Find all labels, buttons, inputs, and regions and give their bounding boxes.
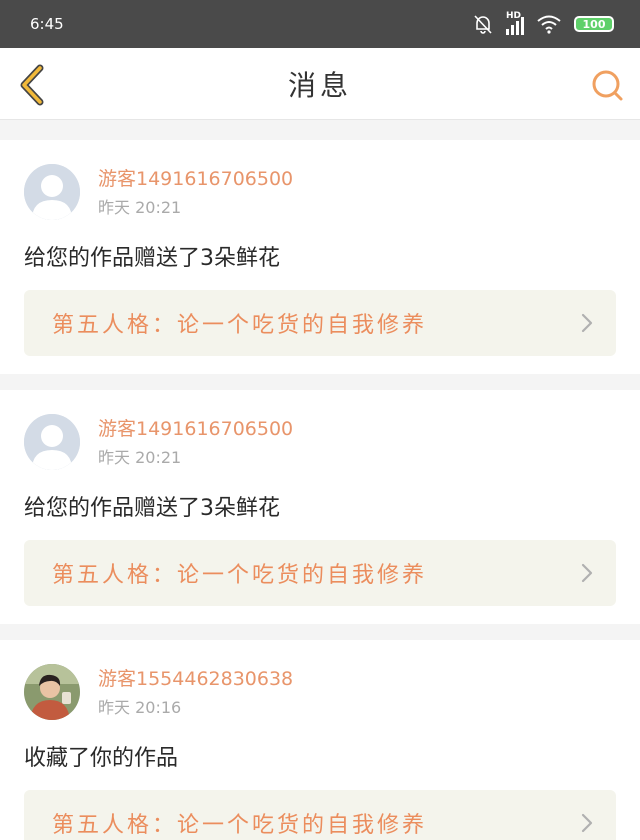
avatar[interactable] bbox=[24, 414, 80, 470]
notification-message: 给您的作品赠送了3朵鲜花 bbox=[24, 496, 280, 521]
bell-muted-icon bbox=[474, 15, 492, 34]
notification-header: 游客1491616706500 昨天 20:21 bbox=[24, 164, 616, 220]
work-title: 第五人格：论一个吃货的自我修养 bbox=[52, 813, 428, 838]
work-title: 第五人格：论一个吃货的自我修养 bbox=[52, 563, 428, 588]
status-icons: HD 100 bbox=[472, 11, 614, 35]
timestamp: 昨天 20:21 bbox=[98, 448, 182, 467]
avatar[interactable] bbox=[24, 664, 80, 720]
notification-message: 给您的作品赠送了3朵鲜花 bbox=[24, 246, 280, 271]
username[interactable]: 游客1491616706500 bbox=[98, 416, 293, 442]
work-link[interactable]: 第五人格：论一个吃货的自我修养 bbox=[24, 540, 616, 606]
default-avatar-icon bbox=[24, 164, 80, 220]
notification-meta: 游客1491616706500 昨天 20:21 bbox=[98, 416, 293, 468]
notification-meta: 游客1554462830638 昨天 20:16 bbox=[98, 666, 293, 718]
search-icon[interactable] bbox=[590, 68, 624, 102]
avatar[interactable] bbox=[24, 164, 80, 220]
work-link[interactable]: 第五人格：论一个吃货的自我修养 bbox=[24, 290, 616, 356]
timestamp: 昨天 20:21 bbox=[98, 198, 182, 217]
battery-icon: 100 bbox=[574, 16, 614, 32]
list-top-spacer bbox=[0, 120, 640, 140]
chevron-right-icon bbox=[581, 313, 593, 333]
chevron-right-icon bbox=[581, 813, 593, 833]
notification-list: 游客1491616706500 昨天 20:21 给您的作品赠送了3朵鲜花 第五… bbox=[0, 140, 640, 840]
default-avatar-icon bbox=[24, 414, 80, 470]
wifi-icon bbox=[537, 15, 561, 34]
notification-card: 游客1491616706500 昨天 20:21 给您的作品赠送了3朵鲜花 第五… bbox=[0, 390, 640, 624]
status-bar: 6:45 HD 100 bbox=[0, 0, 640, 48]
work-link[interactable]: 第五人格：论一个吃货的自我修养 bbox=[24, 790, 616, 840]
back-chevron-icon[interactable] bbox=[16, 64, 50, 106]
timestamp: 昨天 20:16 bbox=[98, 698, 182, 717]
notification-card: 游客1554462830638 昨天 20:16 收藏了你的作品 第五人格：论一… bbox=[0, 640, 640, 840]
work-title: 第五人格：论一个吃货的自我修养 bbox=[52, 313, 428, 338]
notification-meta: 游客1491616706500 昨天 20:21 bbox=[98, 166, 293, 218]
photo-avatar-icon bbox=[24, 664, 80, 720]
battery-level: 100 bbox=[582, 17, 606, 31]
network-label: HD bbox=[506, 11, 522, 21]
app-header: 消息 bbox=[0, 48, 640, 120]
status-time: 6:45 bbox=[30, 15, 64, 33]
username[interactable]: 游客1491616706500 bbox=[98, 166, 293, 192]
page-title: 消息 bbox=[287, 68, 352, 102]
notification-header: 游客1554462830638 昨天 20:16 bbox=[24, 664, 616, 720]
notification-message: 收藏了你的作品 bbox=[24, 746, 179, 771]
signal-icon: HD bbox=[506, 11, 524, 35]
notification-card: 游客1491616706500 昨天 20:21 给您的作品赠送了3朵鲜花 第五… bbox=[0, 140, 640, 374]
username[interactable]: 游客1554462830638 bbox=[98, 666, 293, 692]
chevron-right-icon bbox=[581, 563, 593, 583]
notification-header: 游客1491616706500 昨天 20:21 bbox=[24, 414, 616, 470]
